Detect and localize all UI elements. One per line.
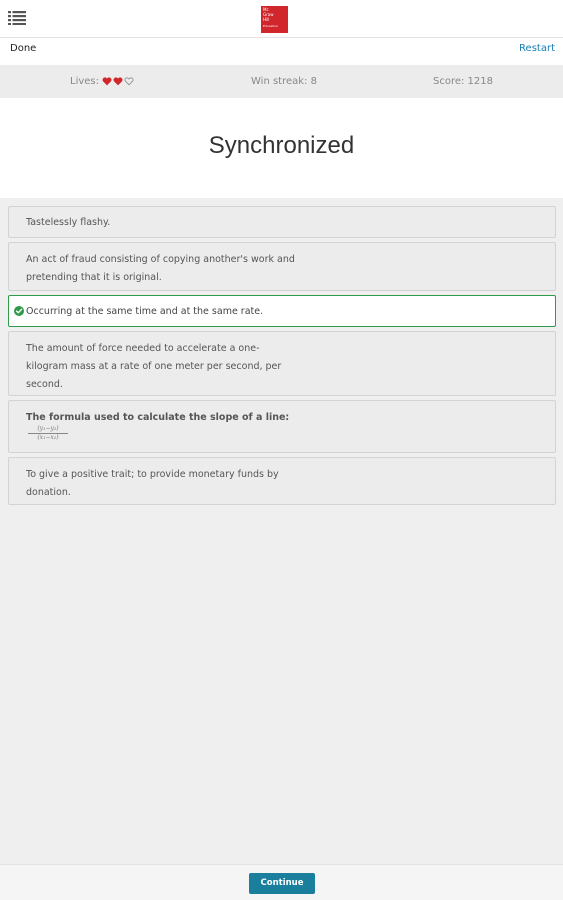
answer-text: An act of fraud consisting of copying an… [26,254,295,283]
answer-text: The formula used to calculate the slope … [26,412,290,423]
question-area: Synchronized [0,98,563,198]
answer-option[interactable]: An act of fraud consisting of copying an… [8,242,556,291]
lives-label: Lives: [70,76,99,87]
question-term: Synchronized [208,132,355,159]
heart-filled-icon [113,77,123,86]
answer-option[interactable]: The amount of force needed to accelerate… [8,331,556,396]
lives-indicator: Lives: [70,76,134,87]
answer-text: To give a positive trait; to provide mon… [26,469,279,498]
answer-option[interactable]: Tastelessly flashy. [8,206,556,238]
logo-line: Education [263,24,278,28]
formula-denominator: (x₁−x₂) [37,434,59,441]
answer-option-correct[interactable]: Occurring at the same time and at the sa… [8,295,556,327]
menu-list-icon[interactable] [8,11,26,25]
answer-option[interactable]: The formula used to calculate the slope … [8,400,556,453]
logo-line: Hill [263,17,270,22]
top-bar: Mc Graw Hill Education [0,0,563,38]
slope-formula: (y₁−y₂) (x₁−x₂) [28,425,68,442]
answer-text: Occurring at the same time and at the sa… [26,306,264,317]
continue-button[interactable]: Continue [249,873,315,894]
footer-bar: Continue [0,864,563,900]
answer-text: The amount of force needed to accelerate… [26,343,282,390]
heart-filled-icon [102,77,112,86]
heart-empty-icon [124,77,134,86]
status-bar: Lives: Win streak: 8 Score: 1218 [0,65,563,98]
win-streak: Win streak: 8 [251,76,317,87]
restart-button[interactable]: Restart [519,43,555,54]
hearts [102,77,134,86]
answer-text: Tastelessly flashy. [26,217,111,228]
score: Score: 1218 [433,76,494,87]
publisher-logo: Mc Graw Hill Education [261,6,288,33]
done-button[interactable]: Done [10,43,36,54]
check-circle-icon [14,306,24,316]
formula-numerator: (y₁−y₂) [28,425,68,434]
answer-option[interactable]: To give a positive trait; to provide mon… [8,457,556,505]
action-bar: Done Restart [0,38,563,65]
